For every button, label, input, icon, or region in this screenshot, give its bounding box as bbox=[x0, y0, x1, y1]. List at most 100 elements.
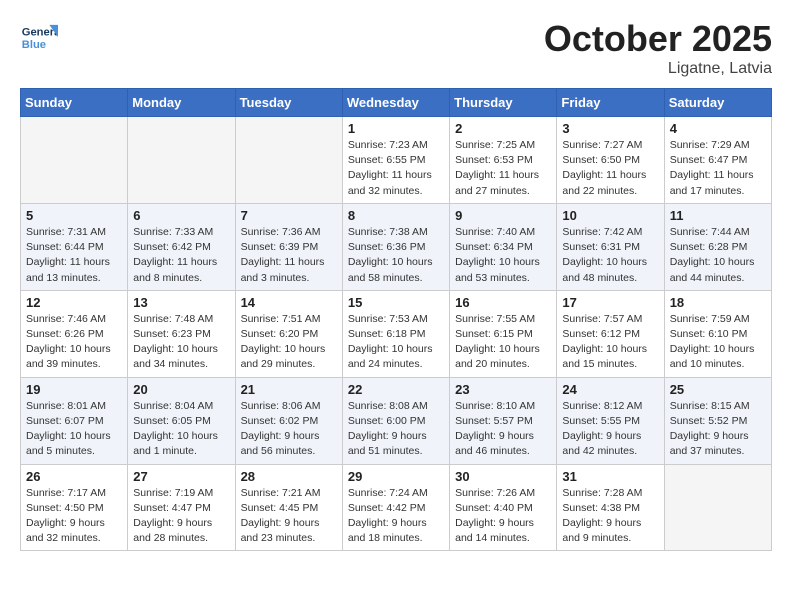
logo-icon: General Blue bbox=[20, 18, 58, 56]
weekday-friday: Friday bbox=[557, 89, 664, 117]
day-number: 18 bbox=[670, 295, 766, 310]
cell-info: Sunrise: 7:31 AM Sunset: 6:44 PM Dayligh… bbox=[26, 225, 122, 286]
calendar-cell: 14 Sunrise: 7:51 AM Sunset: 6:20 PM Dayli… bbox=[235, 290, 342, 377]
calendar-cell: 25 Sunrise: 8:15 AM Sunset: 5:52 PM Dayli… bbox=[664, 377, 771, 464]
cell-info: Sunrise: 7:28 AM Sunset: 4:38 PM Dayligh… bbox=[562, 486, 658, 547]
day-number: 12 bbox=[26, 295, 122, 310]
month-title: October 2025 bbox=[544, 18, 772, 60]
cell-info: Sunrise: 7:55 AM Sunset: 6:15 PM Dayligh… bbox=[455, 312, 551, 373]
calendar-cell: 2 Sunrise: 7:25 AM Sunset: 6:53 PM Daylig… bbox=[450, 117, 557, 204]
calendar-cell: 1Sunrise: 7:23 AM Sunset: 6:55 PM Daylig… bbox=[342, 117, 449, 204]
day-number: 19 bbox=[26, 382, 122, 397]
weekday-header-row: SundayMondayTuesdayWednesdayThursdayFrid… bbox=[21, 89, 772, 117]
day-number: 15 bbox=[348, 295, 444, 310]
cell-info: Sunrise: 7:57 AM Sunset: 6:12 PM Dayligh… bbox=[562, 312, 658, 373]
calendar-cell: 15 Sunrise: 7:53 AM Sunset: 6:18 PM Dayli… bbox=[342, 290, 449, 377]
weekday-wednesday: Wednesday bbox=[342, 89, 449, 117]
calendar-cell: 6 Sunrise: 7:33 AM Sunset: 6:42 PM Daylig… bbox=[128, 203, 235, 290]
cell-info: Sunrise: 8:12 AM Sunset: 5:55 PM Dayligh… bbox=[562, 399, 658, 460]
day-number: 13 bbox=[133, 295, 229, 310]
calendar-cell: 27 Sunrise: 7:19 AM Sunset: 4:47 PM Dayli… bbox=[128, 464, 235, 551]
cell-info: Sunrise: 7:25 AM Sunset: 6:53 PM Dayligh… bbox=[455, 138, 551, 199]
cell-info: Sunrise: 7:53 AM Sunset: 6:18 PM Dayligh… bbox=[348, 312, 444, 373]
calendar-week-5: 26Sunrise: 7:17 AM Sunset: 4:50 PM Dayli… bbox=[21, 464, 772, 551]
day-number: 22 bbox=[348, 382, 444, 397]
day-number: 5 bbox=[26, 208, 122, 223]
calendar-cell bbox=[664, 464, 771, 551]
calendar-cell: 30 Sunrise: 7:26 AM Sunset: 4:40 PM Dayli… bbox=[450, 464, 557, 551]
cell-info: Sunrise: 7:27 AM Sunset: 6:50 PM Dayligh… bbox=[562, 138, 658, 199]
day-number: 14 bbox=[241, 295, 337, 310]
weekday-sunday: Sunday bbox=[21, 89, 128, 117]
calendar-cell: 9Sunrise: 7:40 AM Sunset: 6:34 PM Daylig… bbox=[450, 203, 557, 290]
cell-info: Sunrise: 8:06 AM Sunset: 6:02 PM Dayligh… bbox=[241, 399, 337, 460]
day-number: 21 bbox=[241, 382, 337, 397]
cell-info: Sunrise: 7:33 AM Sunset: 6:42 PM Dayligh… bbox=[133, 225, 229, 286]
day-number: 30 bbox=[455, 469, 551, 484]
day-number: 25 bbox=[670, 382, 766, 397]
day-number: 7 bbox=[241, 208, 337, 223]
calendar-cell: 19Sunrise: 8:01 AM Sunset: 6:07 PM Dayli… bbox=[21, 377, 128, 464]
calendar-cell: 10 Sunrise: 7:42 AM Sunset: 6:31 PM Dayli… bbox=[557, 203, 664, 290]
cell-info: Sunrise: 7:42 AM Sunset: 6:31 PM Dayligh… bbox=[562, 225, 658, 286]
calendar-cell: 26Sunrise: 7:17 AM Sunset: 4:50 PM Dayli… bbox=[21, 464, 128, 551]
day-number: 4 bbox=[670, 121, 766, 136]
calendar-cell: 11 Sunrise: 7:44 AM Sunset: 6:28 PM Dayli… bbox=[664, 203, 771, 290]
calendar-cell: 8 Sunrise: 7:38 AM Sunset: 6:36 PM Daylig… bbox=[342, 203, 449, 290]
cell-info: Sunrise: 8:10 AM Sunset: 5:57 PM Dayligh… bbox=[455, 399, 551, 460]
cell-info: Sunrise: 7:36 AM Sunset: 6:39 PM Dayligh… bbox=[241, 225, 337, 286]
weekday-tuesday: Tuesday bbox=[235, 89, 342, 117]
title-area: October 2025 Ligatne, Latvia bbox=[544, 18, 772, 78]
calendar-cell: 31Sunrise: 7:28 AM Sunset: 4:38 PM Dayli… bbox=[557, 464, 664, 551]
cell-info: Sunrise: 7:59 AM Sunset: 6:10 PM Dayligh… bbox=[670, 312, 766, 373]
day-number: 6 bbox=[133, 208, 229, 223]
calendar-cell: 4 Sunrise: 7:29 AM Sunset: 6:47 PM Daylig… bbox=[664, 117, 771, 204]
cell-info: Sunrise: 7:29 AM Sunset: 6:47 PM Dayligh… bbox=[670, 138, 766, 199]
cell-info: Sunrise: 7:19 AM Sunset: 4:47 PM Dayligh… bbox=[133, 486, 229, 547]
calendar-cell: 18 Sunrise: 7:59 AM Sunset: 6:10 PM Dayli… bbox=[664, 290, 771, 377]
calendar-cell: 5 Sunrise: 7:31 AM Sunset: 6:44 PM Daylig… bbox=[21, 203, 128, 290]
day-number: 17 bbox=[562, 295, 658, 310]
day-number: 24 bbox=[562, 382, 658, 397]
calendar: SundayMondayTuesdayWednesdayThursdayFrid… bbox=[20, 88, 772, 551]
calendar-cell bbox=[21, 117, 128, 204]
cell-info: Sunrise: 7:46 AM Sunset: 6:26 PM Dayligh… bbox=[26, 312, 122, 373]
calendar-cell: 28 Sunrise: 7:21 AM Sunset: 4:45 PM Dayli… bbox=[235, 464, 342, 551]
day-number: 28 bbox=[241, 469, 337, 484]
calendar-cell: 23 Sunrise: 8:10 AM Sunset: 5:57 PM Dayli… bbox=[450, 377, 557, 464]
cell-info: Sunrise: 8:04 AM Sunset: 6:05 PM Dayligh… bbox=[133, 399, 229, 460]
calendar-cell: 12 Sunrise: 7:46 AM Sunset: 6:26 PM Dayli… bbox=[21, 290, 128, 377]
cell-info: Sunrise: 8:15 AM Sunset: 5:52 PM Dayligh… bbox=[670, 399, 766, 460]
weekday-thursday: Thursday bbox=[450, 89, 557, 117]
cell-info: Sunrise: 7:51 AM Sunset: 6:20 PM Dayligh… bbox=[241, 312, 337, 373]
calendar-cell bbox=[128, 117, 235, 204]
weekday-saturday: Saturday bbox=[664, 89, 771, 117]
cell-info: Sunrise: 7:26 AM Sunset: 4:40 PM Dayligh… bbox=[455, 486, 551, 547]
calendar-cell: 17 Sunrise: 7:57 AM Sunset: 6:12 PM Dayli… bbox=[557, 290, 664, 377]
calendar-week-1: 1Sunrise: 7:23 AM Sunset: 6:55 PM Daylig… bbox=[21, 117, 772, 204]
day-number: 23 bbox=[455, 382, 551, 397]
day-number: 8 bbox=[348, 208, 444, 223]
calendar-cell: 16Sunrise: 7:55 AM Sunset: 6:15 PM Dayli… bbox=[450, 290, 557, 377]
cell-info: Sunrise: 7:21 AM Sunset: 4:45 PM Dayligh… bbox=[241, 486, 337, 547]
calendar-week-3: 12 Sunrise: 7:46 AM Sunset: 6:26 PM Dayli… bbox=[21, 290, 772, 377]
day-number: 11 bbox=[670, 208, 766, 223]
day-number: 27 bbox=[133, 469, 229, 484]
cell-info: Sunrise: 7:40 AM Sunset: 6:34 PM Dayligh… bbox=[455, 225, 551, 286]
calendar-cell: 24 Sunrise: 8:12 AM Sunset: 5:55 PM Dayli… bbox=[557, 377, 664, 464]
calendar-cell: 29Sunrise: 7:24 AM Sunset: 4:42 PM Dayli… bbox=[342, 464, 449, 551]
cell-info: Sunrise: 7:38 AM Sunset: 6:36 PM Dayligh… bbox=[348, 225, 444, 286]
calendar-cell: 13Sunrise: 7:48 AM Sunset: 6:23 PM Dayli… bbox=[128, 290, 235, 377]
day-number: 10 bbox=[562, 208, 658, 223]
calendar-cell: 22Sunrise: 8:08 AM Sunset: 6:00 PM Dayli… bbox=[342, 377, 449, 464]
calendar-week-2: 5 Sunrise: 7:31 AM Sunset: 6:44 PM Daylig… bbox=[21, 203, 772, 290]
day-number: 2 bbox=[455, 121, 551, 136]
day-number: 26 bbox=[26, 469, 122, 484]
calendar-week-4: 19Sunrise: 8:01 AM Sunset: 6:07 PM Dayli… bbox=[21, 377, 772, 464]
day-number: 29 bbox=[348, 469, 444, 484]
weekday-monday: Monday bbox=[128, 89, 235, 117]
calendar-cell: 7 Sunrise: 7:36 AM Sunset: 6:39 PM Daylig… bbox=[235, 203, 342, 290]
logo: General Blue bbox=[20, 18, 58, 56]
cell-info: Sunrise: 7:44 AM Sunset: 6:28 PM Dayligh… bbox=[670, 225, 766, 286]
location: Ligatne, Latvia bbox=[544, 60, 772, 78]
